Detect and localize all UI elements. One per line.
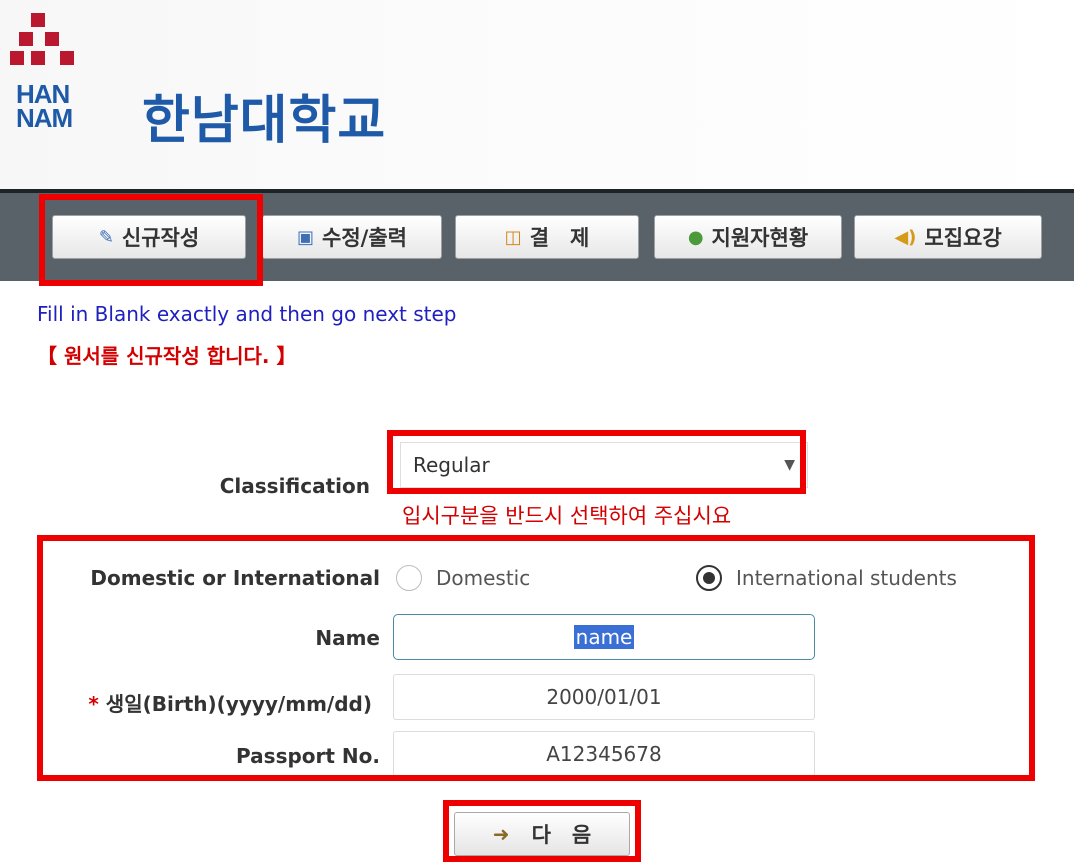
radio-international[interactable]: International students [696,565,957,591]
admission-guide-button[interactable]: ◀) 모집요강 [854,215,1042,259]
name-input[interactable]: name [393,614,815,660]
passport-input[interactable]: A12345678 [393,731,815,777]
classification-value: Regular [413,453,490,477]
radio-unchecked-icon[interactable] [396,565,422,591]
dropdown-arrow-icon: ▼ [784,457,795,473]
radio-domestic-label: Domestic [436,566,531,590]
logo-square [31,51,45,65]
payment-button[interactable]: ◫ 결 제 [455,215,639,259]
document-edit-icon: ▣ [297,226,315,248]
instruction-text: Fill in Blank exactly and then go next s… [37,302,457,326]
page-subtitle: 【 원서를 신규작성 합니다. 】 [37,344,297,368]
birth-date-input[interactable]: 2000/01/01 [393,674,815,720]
student-type-label: Domestic or International [90,566,380,590]
passport-label: Passport No. [236,744,380,768]
logo-square [10,51,24,65]
next-button-label: 다 음 [531,823,592,847]
speaker-icon: ◀) [894,226,917,248]
radio-international-label: International students [736,566,957,590]
edit-icon: ✎ [98,226,114,248]
new-application-label: 신규작성 [121,226,200,250]
logo-square [31,13,45,27]
main-toolbar: ✎ 신규작성 ▣ 수정/출력 ◫ 결 제 ● 지원자현황 ◀) 모집요강 [0,189,1074,281]
radio-checked-icon[interactable] [696,565,722,591]
logo-abbr-line2: NAM [16,103,73,133]
name-input-value: name [573,625,635,649]
classification-select[interactable]: Regular ▼ [400,442,808,488]
logo-abbreviation: HAN NAM [16,81,108,133]
next-button[interactable]: ➜ 다 음 [454,812,630,856]
radio-domestic[interactable]: Domestic [396,565,530,591]
people-icon: ● [687,226,704,248]
university-name: 한남대학교 [142,91,387,151]
required-mark: * [88,692,99,716]
applicant-status-label: 지원자현황 [711,226,809,250]
classification-label: Classification [219,474,370,498]
birth-label: 생일(Birth)(yyyy/mm/dd) [105,692,372,716]
logo-square [45,32,59,46]
modify-print-button[interactable]: ▣ 수정/출력 [262,215,442,259]
next-arrow-icon: ➜ [492,822,510,846]
admission-guide-label: 모집요강 [924,226,1002,250]
payment-icon: ◫ [504,226,522,248]
payment-label: 결 제 [529,226,590,250]
logo-square [19,32,33,46]
classification-warning: 입시구분을 반드시 선택하여 주십시요 [402,504,732,528]
modify-print-label: 수정/출력 [322,226,407,250]
logo-square [60,51,74,65]
birth-label-row: * 생일(Birth)(yyyy/mm/dd) [60,688,372,717]
name-label: Name [315,626,380,650]
applicant-status-button[interactable]: ● 지원자현황 [654,215,842,259]
new-application-button[interactable]: ✎ 신규작성 [52,215,246,259]
